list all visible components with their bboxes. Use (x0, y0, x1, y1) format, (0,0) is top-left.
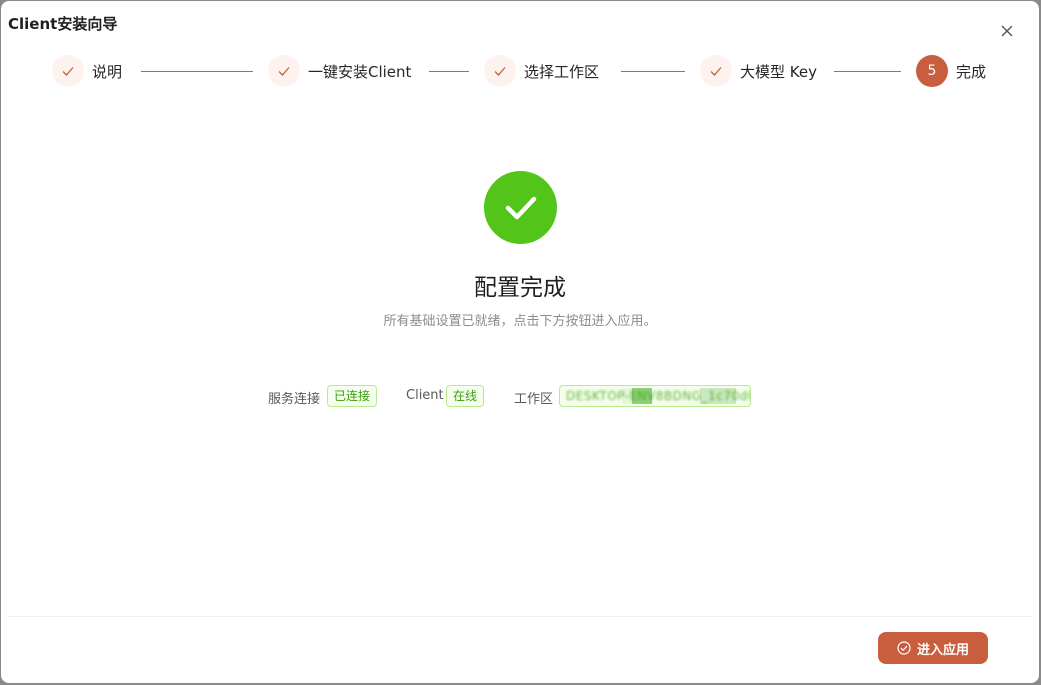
step-number: 5 (916, 55, 948, 87)
workspace-badge: DESKTOP-ENV8BDNG_1c70d0d86 (559, 385, 751, 407)
step-label: 一键安装Client (308, 63, 412, 81)
check-icon (484, 55, 516, 87)
service-connection-label: 服务连接 (268, 392, 321, 407)
result-title: 配置完成 (474, 275, 566, 301)
client-status-badge: 在线 (446, 385, 485, 407)
install-wizard-dialog: Client安装向导 说明 一键安装Client 选择工作区 大模型 Key 5 (1, 1, 1039, 683)
close-button[interactable] (998, 22, 1016, 40)
check-icon (52, 55, 84, 87)
enter-app-label: 进入应用 (916, 642, 969, 658)
check-icon (268, 55, 300, 87)
workspace-value: DESKTOP-ENV8BDNG_1c70d0d86 (566, 389, 750, 403)
footer-divider (8, 616, 1032, 617)
check-icon (700, 55, 732, 87)
step-connector (621, 71, 685, 72)
step-connector (429, 71, 469, 72)
success-check-icon (484, 171, 557, 244)
step-connector (834, 71, 901, 72)
workspace-label: 工作区 (514, 392, 554, 407)
step-label: 说明 (92, 63, 123, 81)
check-circle-icon (897, 641, 911, 655)
close-icon (1001, 25, 1013, 37)
status-row: 服务连接 已连接 Client 在线 工作区 DESKTOP-ENV8BDNG_… (1, 385, 1039, 407)
service-connection-badge: 已连接 (327, 385, 378, 407)
enter-app-button[interactable]: 进入应用 (878, 632, 988, 664)
step-label: 选择工作区 (524, 63, 600, 81)
step-label: 完成 (956, 63, 987, 81)
step-connector (141, 71, 253, 72)
step-label: 大模型 Key (740, 63, 817, 81)
client-label: Client (406, 388, 444, 403)
dialog-title: Client安装向导 (8, 15, 118, 33)
result-subtitle: 所有基础设置已就绪，点击下方按钮进入应用。 (383, 314, 657, 329)
